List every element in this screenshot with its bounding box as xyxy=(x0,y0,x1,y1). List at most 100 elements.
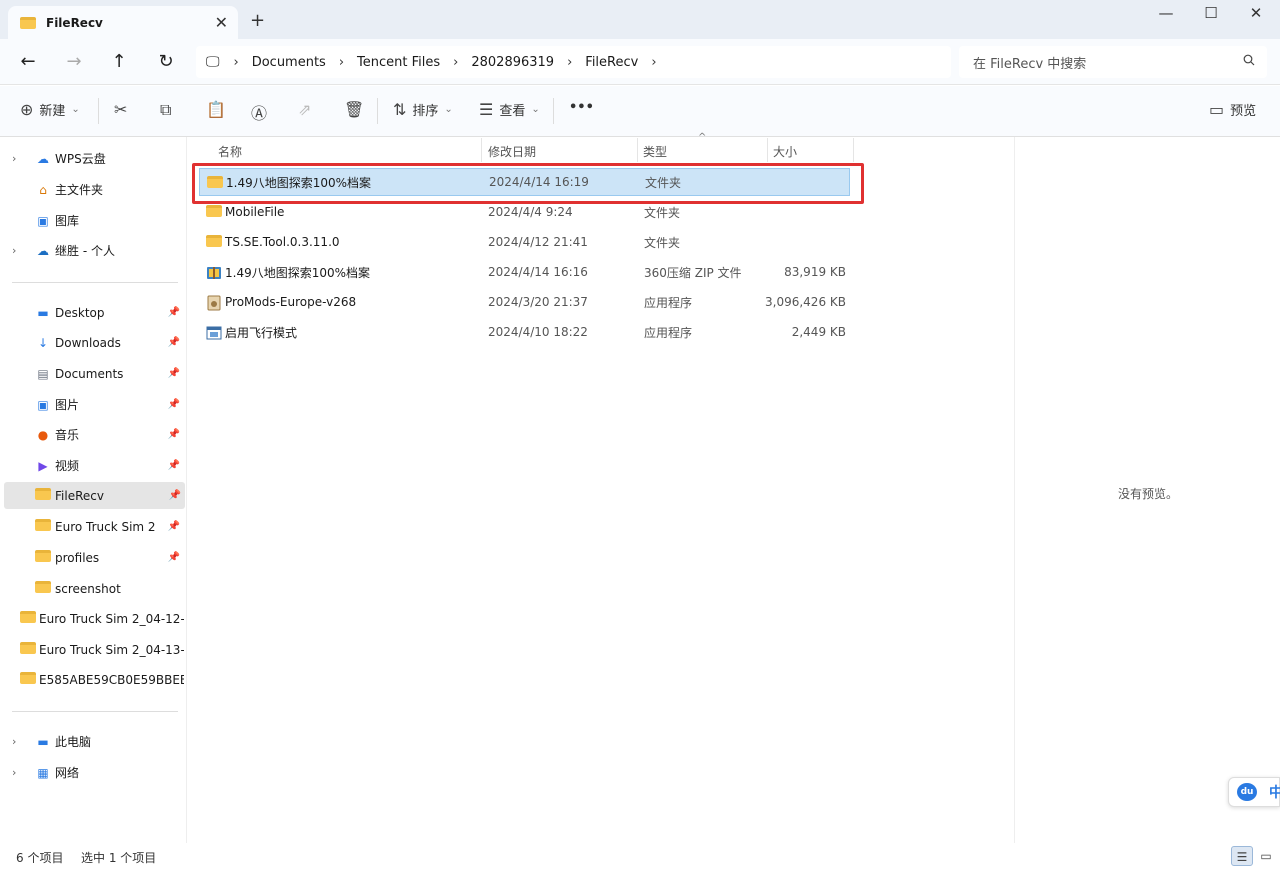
sidebar-item-pictures[interactable]: ▣ 图片 📌 xyxy=(12,391,184,418)
breadcrumb-separator[interactable]: › xyxy=(234,55,239,70)
pin-icon[interactable]: 📌 xyxy=(168,460,180,471)
file-row[interactable]: ProMods-Europe-v268 2024/3/20 21:37 应用程序… xyxy=(199,288,850,316)
sidebar-item-label: profiles xyxy=(55,550,100,565)
sidebar-item-ets2-0412[interactable]: Euro Truck Sim 2_04-12- xyxy=(12,605,184,632)
chevron-right-icon[interactable]: › xyxy=(12,244,26,257)
tab-filerecv[interactable]: FileRecv ✕ xyxy=(8,6,238,39)
file-row[interactable]: TS.SE.Tool.0.3.11.0 2024/4/12 21:41 文件夹 xyxy=(199,228,850,256)
sidebar-item-label: 继胜 - 个人 xyxy=(55,244,115,258)
sidebar-item-gallery[interactable]: ▣ 图库 xyxy=(12,207,184,234)
ime-widget[interactable]: du 中 xyxy=(1228,777,1280,807)
search-input[interactable]: 在 FileRecv 中搜索 xyxy=(959,46,1267,78)
new-button[interactable]: ⊕ 新建 ⌄ xyxy=(20,100,80,119)
preview-toggle-button[interactable]: ▭ 预览 xyxy=(1209,100,1256,119)
breadcrumb-separator[interactable]: › xyxy=(339,55,344,70)
forward-button[interactable]: → xyxy=(62,51,86,72)
share-icon: ⇗ xyxy=(298,100,312,119)
sort-button[interactable]: ⇅ 排序 ⌄ xyxy=(393,100,453,119)
folder-icon xyxy=(35,488,51,500)
back-button[interactable]: ← xyxy=(16,51,40,72)
network-icon: ▦ xyxy=(37,765,49,780)
breadcrumb-account[interactable]: 2802896319 xyxy=(471,55,554,70)
sidebar-item-network[interactable]: › ▦ 网络 xyxy=(12,759,184,786)
sidebar-item-documents[interactable]: ▤ Documents 📌 xyxy=(12,360,184,387)
breadcrumb-separator[interactable]: › xyxy=(651,55,656,70)
sidebar-item-filerecv[interactable]: FileRecv 📌 xyxy=(4,482,185,509)
folder-icon xyxy=(35,581,51,593)
tiles-view-button[interactable]: ▭ xyxy=(1255,846,1277,866)
breadcrumb-tencent-files[interactable]: Tencent Files xyxy=(357,55,440,70)
sidebar-item-label: Downloads xyxy=(55,335,121,350)
breadcrumb-separator[interactable]: › xyxy=(567,55,572,70)
breadcrumb-filerecv[interactable]: FileRecv xyxy=(585,55,638,70)
scissors-icon: ✂ xyxy=(114,100,128,119)
sidebar-item-home[interactable]: ⌂ 主文件夹 xyxy=(12,176,184,203)
onedrive-icon: ☁ xyxy=(37,243,49,258)
new-tab-button[interactable]: + xyxy=(250,10,265,31)
refresh-button[interactable]: ↻ xyxy=(154,51,178,72)
computer-icon: 🖵 xyxy=(206,54,220,70)
download-icon: ↓ xyxy=(37,335,49,350)
close-window-button[interactable]: ✕ xyxy=(1236,4,1276,22)
column-header-type[interactable]: 类型 xyxy=(643,143,667,160)
sidebar-item-wps-cloud[interactable]: › ☁ WPS云盘 xyxy=(12,145,184,172)
minimize-button[interactable]: — xyxy=(1146,4,1186,22)
pin-icon[interactable]: 📌 xyxy=(168,399,180,410)
sidebar-item-downloads[interactable]: ↓ Downloads 📌 xyxy=(12,329,184,356)
pin-icon[interactable]: 📌 xyxy=(168,368,180,379)
copy-button[interactable]: ⧉ xyxy=(160,100,177,120)
up-button[interactable]: ↑ xyxy=(107,51,131,72)
pc-icon: ▬ xyxy=(37,734,49,749)
paste-button[interactable]: 📋 xyxy=(206,100,232,119)
sidebar-item-onedrive[interactable]: › ☁ 继胜 - 个人 xyxy=(12,237,184,264)
maximize-button[interactable]: ☐ xyxy=(1191,4,1231,22)
chevron-right-icon[interactable]: › xyxy=(12,766,26,779)
sidebar-item-label: 图片 xyxy=(55,398,80,412)
column-divider[interactable] xyxy=(767,138,768,162)
pin-icon[interactable]: 📌 xyxy=(168,307,180,318)
sidebar-item-ets2-0413[interactable]: Euro Truck Sim 2_04-13- xyxy=(12,636,184,663)
sidebar-item-music[interactable]: ● 音乐 📌 xyxy=(12,421,184,448)
chevron-right-icon[interactable]: › xyxy=(12,735,26,748)
rename-button[interactable]: Ⓐ xyxy=(251,100,273,124)
file-row[interactable]: 启用飞行模式 2024/4/10 18:22 应用程序 2,449 KB xyxy=(199,318,850,346)
pin-icon[interactable]: 📌 xyxy=(169,490,181,501)
file-date: 2024/3/20 21:37 xyxy=(488,295,588,309)
folder-icon xyxy=(20,672,36,684)
chevron-right-icon[interactable]: › xyxy=(12,152,26,165)
address-bar[interactable]: 🖵 › Documents › Tencent Files › 28028963… xyxy=(196,46,951,78)
sidebar-item-profiles[interactable]: profiles 📌 xyxy=(12,544,184,571)
sidebar-item-videos[interactable]: ▶ 视频 📌 xyxy=(12,452,184,479)
sidebar-item-desktop[interactable]: ▬ Desktop 📌 xyxy=(12,299,184,326)
details-view-button[interactable]: ☰ xyxy=(1231,846,1253,866)
breadcrumb-documents[interactable]: Documents xyxy=(252,55,326,70)
sidebar-item-screenshot[interactable]: screenshot xyxy=(12,575,184,602)
column-header-size[interactable]: 大小 xyxy=(773,143,797,160)
column-divider[interactable] xyxy=(481,138,482,162)
breadcrumb-separator[interactable]: › xyxy=(453,55,458,70)
tab-close-icon[interactable]: ✕ xyxy=(215,13,228,32)
chevron-down-icon: ⌄ xyxy=(531,104,540,115)
view-button[interactable]: ☰ 查看 ⌄ xyxy=(479,100,540,119)
file-name: 启用飞行模式 xyxy=(225,325,298,340)
column-divider[interactable] xyxy=(853,138,854,162)
share-button[interactable]: ⇗ xyxy=(298,100,317,119)
sidebar-item-label: Desktop xyxy=(55,305,105,320)
pin-icon[interactable]: 📌 xyxy=(168,552,180,563)
sidebar-item-encoded-folder[interactable]: E585ABE59CB0E59BBEE xyxy=(12,666,184,693)
pin-icon[interactable]: 📌 xyxy=(168,429,180,440)
sidebar-item-this-pc[interactable]: › ▬ 此电脑 xyxy=(12,728,184,755)
item-count: 6 个项目 xyxy=(16,851,64,865)
more-button[interactable]: ••• xyxy=(569,100,594,115)
pin-icon[interactable]: 📌 xyxy=(168,337,180,348)
file-row[interactable]: 1.49八地图探索100%档案 2024/4/14 16:16 360压缩 ZI… xyxy=(199,258,850,286)
folder-icon xyxy=(206,205,222,217)
pin-icon[interactable]: 📌 xyxy=(168,521,180,532)
column-header-date[interactable]: 修改日期 xyxy=(488,143,536,160)
annotation-highlight-box xyxy=(192,163,864,204)
column-header-name[interactable]: 名称 xyxy=(218,143,242,160)
column-divider[interactable] xyxy=(637,138,638,162)
cut-button[interactable]: ✂ xyxy=(114,100,133,119)
sidebar-item-euro-truck-sim-2[interactable]: Euro Truck Sim 2 📌 xyxy=(12,513,184,540)
delete-button[interactable]: 🗑 xyxy=(344,100,370,119)
